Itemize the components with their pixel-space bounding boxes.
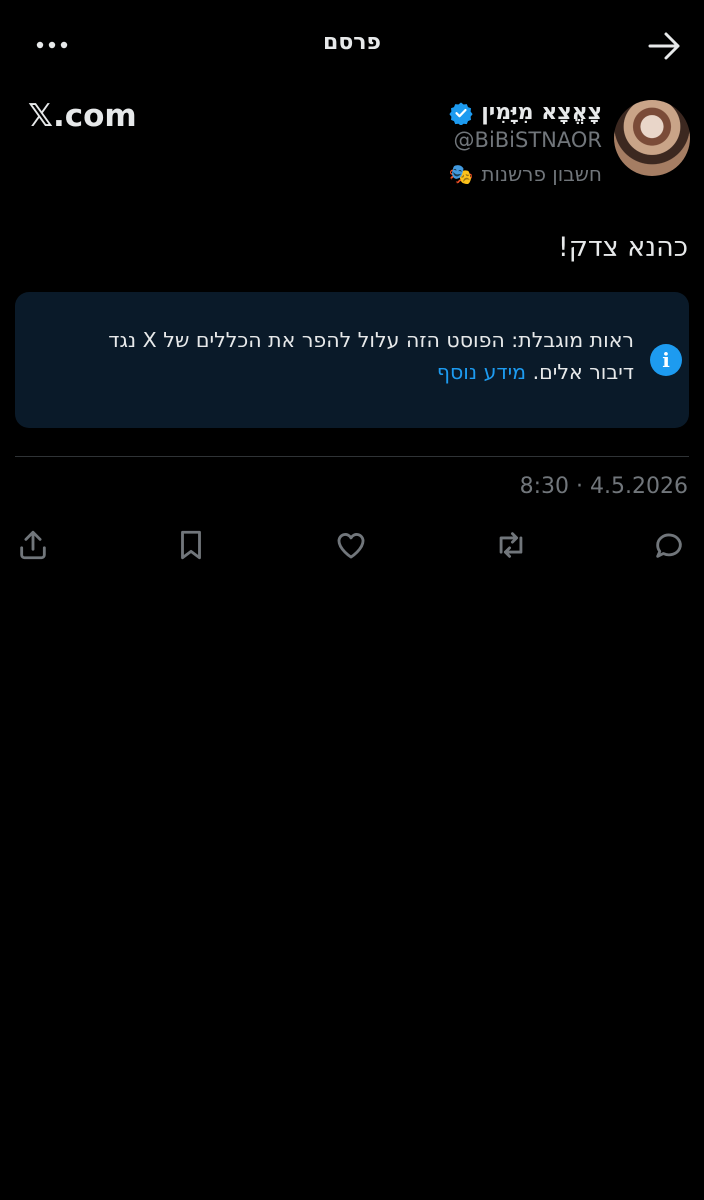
avatar[interactable] bbox=[614, 100, 690, 176]
notice-text: ראות מוגבלת: הפוסט הזה עלול להפר את הכלל… bbox=[108, 328, 634, 384]
account-label: חשבון פרשנות bbox=[481, 162, 602, 186]
verified-badge-icon bbox=[449, 101, 473, 126]
post-text: כהנא צדק! bbox=[557, 232, 688, 263]
divider bbox=[15, 456, 689, 457]
bookmark-icon[interactable] bbox=[174, 528, 214, 568]
notice-text-block: ראות מוגבלת: הפוסט הזה עלול להפר את הכלל… bbox=[74, 324, 634, 388]
back-arrow-icon[interactable] bbox=[644, 28, 684, 64]
x-com-logo: 𝕏 .com bbox=[28, 98, 137, 134]
theater-masks-icon: 🎭 bbox=[448, 162, 474, 186]
learn-more-link[interactable]: מידע נוסף bbox=[437, 360, 526, 384]
like-icon[interactable] bbox=[334, 528, 374, 568]
author-handle[interactable]: @BiBiSTNAOR bbox=[454, 128, 602, 152]
repost-icon[interactable] bbox=[494, 528, 534, 568]
account-label-row: חשבון פרשנות 🎭 bbox=[448, 162, 602, 186]
info-icon: i bbox=[650, 344, 682, 376]
x-logo-icon: 𝕏 bbox=[28, 98, 53, 134]
share-icon[interactable] bbox=[16, 528, 56, 568]
page-title: פרסם bbox=[323, 30, 381, 55]
author-name-row[interactable]: צָאֱצָא מִיָּמִין bbox=[449, 100, 602, 126]
post-timestamp: 8:30 · 4.5.2026 bbox=[519, 474, 688, 499]
author-name: צָאֱצָא מִיָּמִין bbox=[481, 100, 602, 125]
brand-suffix: .com bbox=[52, 98, 137, 134]
reply-icon[interactable] bbox=[652, 528, 692, 568]
